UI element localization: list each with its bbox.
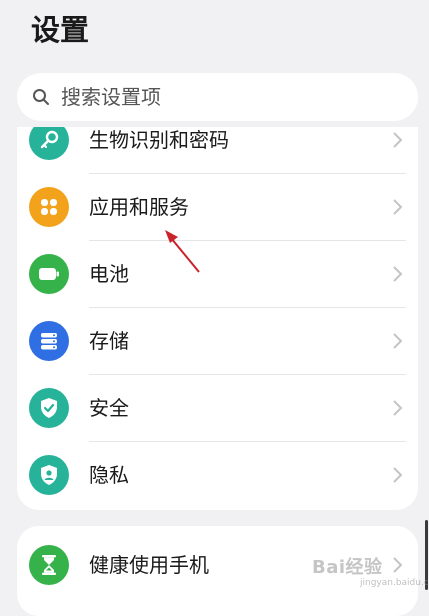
setting-item-security[interactable]: 安全 <box>17 375 418 442</box>
hourglass-icon <box>29 545 69 585</box>
setting-item-storage[interactable]: 存储 <box>17 308 418 375</box>
setting-item-label: 生物识别和密码 <box>89 128 229 152</box>
setting-item-label: 隐私 <box>89 463 129 487</box>
apps-grid-icon <box>29 187 69 227</box>
setting-item-label: 健康使用手机 <box>89 553 209 577</box>
page-title: 设置 <box>31 13 90 47</box>
chevron-right-icon <box>393 199 403 215</box>
privacy-person-icon <box>29 455 69 495</box>
chevron-right-icon <box>393 266 403 282</box>
settings-card-main: 生物识别和密码 应用和服务 电池 存储 安全 隐私 <box>17 127 418 510</box>
shield-check-icon <box>29 388 69 428</box>
chevron-right-icon <box>393 400 403 416</box>
setting-item-apps-services[interactable]: 应用和服务 <box>17 174 418 241</box>
key-icon <box>29 127 69 160</box>
search-placeholder: 搜索设置项 <box>61 85 161 109</box>
setting-item-biometrics[interactable]: 生物识别和密码 <box>17 127 418 174</box>
chevron-right-icon <box>393 132 403 148</box>
battery-icon <box>29 254 69 294</box>
setting-item-label: 电池 <box>89 262 129 286</box>
chevron-right-icon <box>393 467 403 483</box>
setting-item-label: 存储 <box>89 329 129 353</box>
chevron-right-icon <box>393 333 403 349</box>
watermark-url: jingyan.baidu.com <box>360 578 429 588</box>
search-bar[interactable]: 搜索设置项 <box>17 73 418 121</box>
search-icon <box>33 89 49 105</box>
setting-item-privacy[interactable]: 隐私 <box>17 442 418 509</box>
setting-item-battery[interactable]: 电池 <box>17 241 418 308</box>
chevron-right-icon <box>393 557 403 573</box>
watermark-logo: Bai经验 <box>312 557 383 578</box>
storage-icon <box>29 321 69 361</box>
setting-item-label: 应用和服务 <box>89 195 189 219</box>
setting-item-label: 安全 <box>89 396 129 420</box>
